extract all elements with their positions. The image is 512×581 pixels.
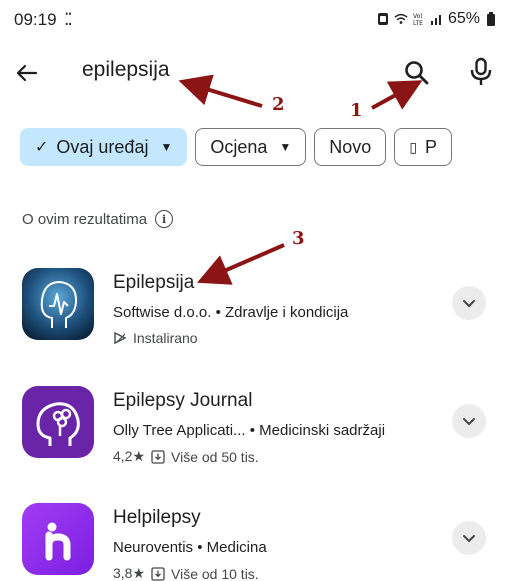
download-icon [151,449,165,464]
app-developer: Olly Tree Applicati... [113,422,246,439]
chevron-down-icon [463,418,475,426]
wifi-icon [394,13,408,24]
search-query[interactable]: epilepsija [82,58,170,82]
status-icons: Vo) LTE 65% [376,10,498,28]
app-subtitle: Neuroventis • Medicina [113,539,267,556]
svg-text:LTE: LTE [413,20,423,26]
app-icon-epilepsy-journal [22,386,94,458]
chip-label: Novo [329,136,372,157]
app-title: Epilepsija [113,272,195,293]
clock: 09:19 [14,10,57,29]
annotation-label-2: 2 [272,94,285,115]
download-icon [151,566,165,581]
info-icon[interactable]: i [155,210,174,228]
separator-dot: • [249,422,260,439]
app-meta: 4,2★ Više od 50 tis. [113,448,259,465]
installed-icon [114,331,127,345]
app-icon-helpilepsy [22,503,94,575]
app-downloads: Više od 50 tis. [171,448,259,465]
status-bar: 09:19 ⁚⁚ Vo) LTE 65% [0,0,512,40]
app-developer: Neuroventis [113,539,194,556]
volte-icon: Vo)LTE [413,13,423,26]
chip-label: P [425,136,438,157]
app-category: Medicina [206,539,267,556]
about-results[interactable]: O ovim rezultatima i [22,210,174,228]
check-icon: ✓ [35,139,49,156]
app-title: Epilepsy Journal [113,390,253,411]
list-item[interactable]: Epilepsija Softwise d.o.o. • Zdravlje i … [0,268,512,368]
battery-percent: 65% [447,10,480,27]
search-icon[interactable] [402,58,432,88]
battery-icon [487,12,495,26]
filter-chips: ✓ Ovaj uređaj ▼ Ocjena ▼ Novo ▯ P [20,128,453,166]
chip-new[interactable]: Novo [314,128,387,166]
list-item[interactable]: Epilepsy Journal Olly Tree Applicati... … [0,386,512,486]
app-developer: Softwise d.o.o. [113,304,212,321]
about-results-label: O ovim rezultatima [22,210,148,228]
signal-icon [430,15,441,25]
chevron-down-icon: ▼ [279,140,292,154]
annotation-label-1: 1 [350,100,363,121]
app-rating: 4,2★ [113,448,146,464]
installed-label: Instalirano [133,330,198,346]
list-item[interactable]: Helpilepsy Neuroventis • Medicina 3,8★ V… [0,503,512,581]
chevron-down-icon: ▼ [160,140,173,154]
app-category: Zdravlje i kondicija [224,304,349,321]
chip-rating[interactable]: Ocjena ▼ [195,128,307,166]
expand-button[interactable] [452,521,486,555]
svg-text:Vo): Vo) [413,13,423,20]
expand-button[interactable] [452,286,486,320]
notification-dots-icon: ⁚⁚ [64,10,73,29]
search-bar: epilepsija [0,48,512,96]
chip-phone[interactable]: ▯ P [394,128,453,166]
app-title: Helpilepsy [113,507,201,528]
nfc-icon [377,13,388,25]
app-meta: 3,8★ Više od 10 tis. [113,565,259,581]
chip-label: Ovaj uređaj [56,136,149,157]
chevron-down-icon [463,535,475,543]
back-arrow-icon[interactable] [12,58,42,88]
app-meta: Instalirano [113,330,198,346]
separator-dot: • [215,304,225,321]
microphone-icon[interactable] [466,56,496,88]
app-downloads: Više od 10 tis. [171,565,259,581]
chip-label: Ocjena [210,136,268,157]
app-rating: 3,8★ [113,565,146,581]
app-icon-epilepsija [22,268,94,340]
phone-icon: ▯ [409,138,418,155]
annotation-label-3: 3 [292,228,305,249]
expand-button[interactable] [452,404,486,438]
app-subtitle: Softwise d.o.o. • Zdravlje i kondicija [113,304,348,321]
chip-this-device[interactable]: ✓ Ovaj uređaj ▼ [20,128,188,166]
app-subtitle: Olly Tree Applicati... • Medicinski sadr… [113,422,385,439]
chevron-down-icon [463,300,475,308]
separator-dot: • [197,539,207,556]
app-category: Medicinski sadržaji [259,422,386,439]
